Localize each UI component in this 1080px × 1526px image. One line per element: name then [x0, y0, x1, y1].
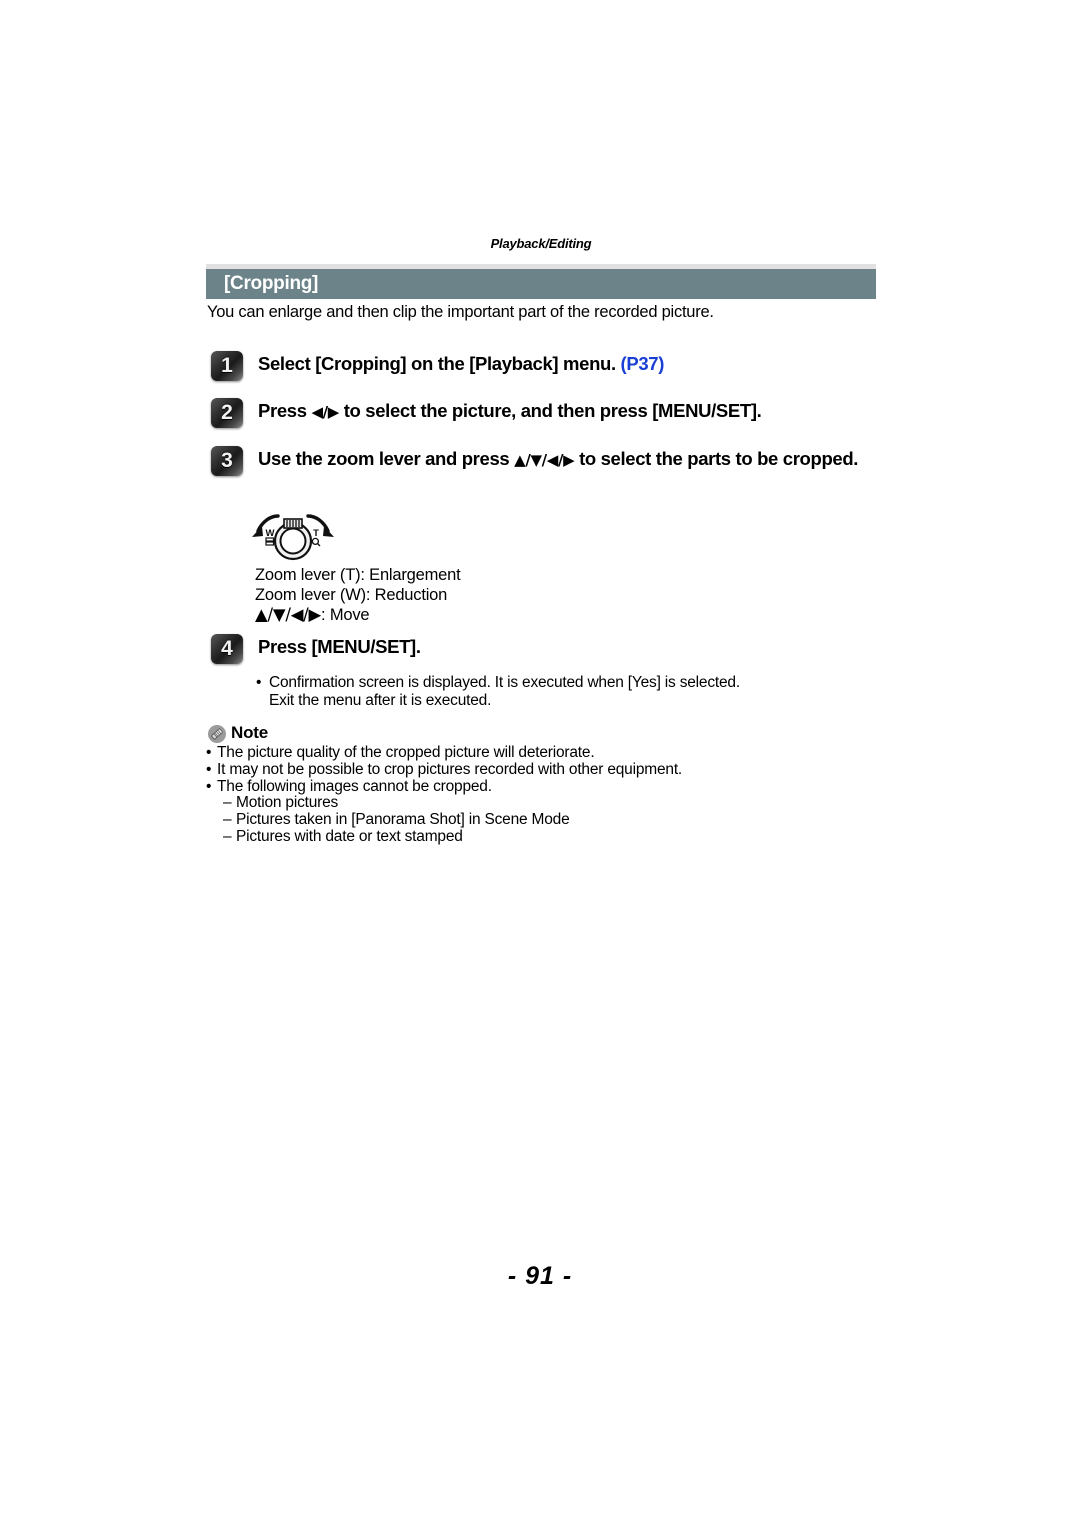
step-3-text-before: Use the zoom lever and press: [258, 448, 515, 469]
bullet-dot-icon: •: [206, 744, 212, 761]
bullet-dot-icon: •: [206, 760, 212, 778]
step-number-badge-3: 3: [211, 446, 243, 476]
note-subitem-2: – Pictures taken in [Panorama Shot] in Sc…: [206, 811, 886, 829]
svg-text:T: T: [313, 528, 319, 539]
manual-page: Playback/Editing [Cropping] You can enla…: [0, 0, 1080, 1526]
bullet-dot-icon: •: [256, 674, 262, 691]
step-1-text-before: Select [Cropping] on the [Playback] menu…: [258, 353, 621, 374]
pencil-note-icon: [207, 724, 227, 744]
cursor-arrows-icon: ▲/▼/◀/▶: [514, 451, 575, 469]
note-label: Note: [231, 723, 268, 742]
note-list: • The picture quality of the cropped pict…: [206, 744, 886, 846]
caption-line-tele: Zoom lever (T): Enlargement: [255, 566, 461, 584]
note-bullet-3: • The following images cannot be cropped.: [206, 777, 886, 796]
step-number-1: 1: [221, 354, 233, 377]
step-number-2: 2: [221, 401, 233, 424]
step-2-text-after: to select the picture, and then press [M…: [338, 400, 762, 421]
step-number-badge-1: 1: [211, 351, 243, 381]
step-2-text-before: Press: [258, 400, 312, 421]
caption-line-wide: Zoom lever (W): Reduction: [255, 585, 448, 604]
section-title-bar: [Cropping]: [206, 269, 876, 299]
zoom-lever-figure: W T: [248, 504, 338, 566]
step-1-text: Select [Cropping] on the [Playback] menu…: [258, 351, 886, 376]
note-bullet-2-text: It may not be possible to crop pictures …: [217, 760, 683, 778]
note-bullet-3-text: The following images cannot be cropped.: [217, 777, 492, 795]
direction-arrows-icon: ◀/▶: [311, 403, 339, 421]
dash-icon: –: [223, 811, 232, 829]
zoom-lever-caption: Zoom lever (T): Enlargement Zoom lever (…: [255, 566, 875, 626]
step-number-badge-2: 2: [211, 398, 243, 428]
step-number-badge-4: 4: [211, 634, 243, 664]
section-title: [Cropping]: [224, 273, 319, 294]
note-subitem-2-text: Pictures taken in [Panorama Shot] in Sce…: [236, 811, 570, 829]
svg-text:W: W: [266, 528, 275, 539]
bullet-dot-icon: •: [206, 777, 212, 795]
running-head: Playback/Editing: [490, 236, 592, 251]
caption-move-text: : Move: [321, 606, 370, 624]
note-subitem-1: – Motion pictures: [206, 794, 886, 812]
cursor-arrows-icon-caption: ▲/▼/◀/▶: [255, 605, 322, 624]
step-4-note-line1: • Confirmation screen is displayed. It is…: [256, 674, 876, 692]
caption-line-move: ▲/▼/◀/▶: Move: [255, 605, 875, 626]
step-4-notes: • Confirmation screen is displayed. It is…: [256, 674, 876, 710]
note-subitem-1-text: Motion pictures: [236, 794, 339, 812]
zoom-lever-illustration: W T: [252, 514, 334, 561]
note-bullet-1: • The picture quality of the cropped pict…: [206, 744, 886, 762]
page-number: - 91 -: [507, 1262, 573, 1290]
step-4-note-line1-text: Confirmation screen is displayed. It is …: [269, 674, 740, 691]
dash-icon: –: [223, 794, 232, 812]
page-reference-link-p37[interactable]: (P37): [621, 353, 665, 374]
step-number-4: 4: [221, 637, 233, 660]
note-bullet-1-text: The picture quality of the cropped pictu…: [217, 744, 595, 761]
note-subitem-3-text: Pictures with date or text stamped: [236, 827, 463, 845]
step-2-text: Press ◀/▶ to select the picture, and the…: [258, 398, 886, 425]
step-4-text: Press [MENU/SET].: [258, 636, 421, 657]
step-3-text: Use the zoom lever and press ▲/▼/◀/▶ to …: [258, 446, 886, 473]
step-4-note-line2: Exit the menu after it is executed.: [269, 692, 492, 709]
step-3-text-after: to select the parts to be cropped.: [574, 448, 859, 469]
note-bullet-2: • It may not be possible to crop pictures…: [206, 760, 886, 779]
note-subitem-3: – Pictures with date or text stamped: [206, 827, 886, 846]
step-number-3: 3: [221, 449, 233, 472]
section-intro-text: You can enlarge and then clip the import…: [207, 303, 714, 321]
dash-icon: –: [223, 827, 232, 845]
